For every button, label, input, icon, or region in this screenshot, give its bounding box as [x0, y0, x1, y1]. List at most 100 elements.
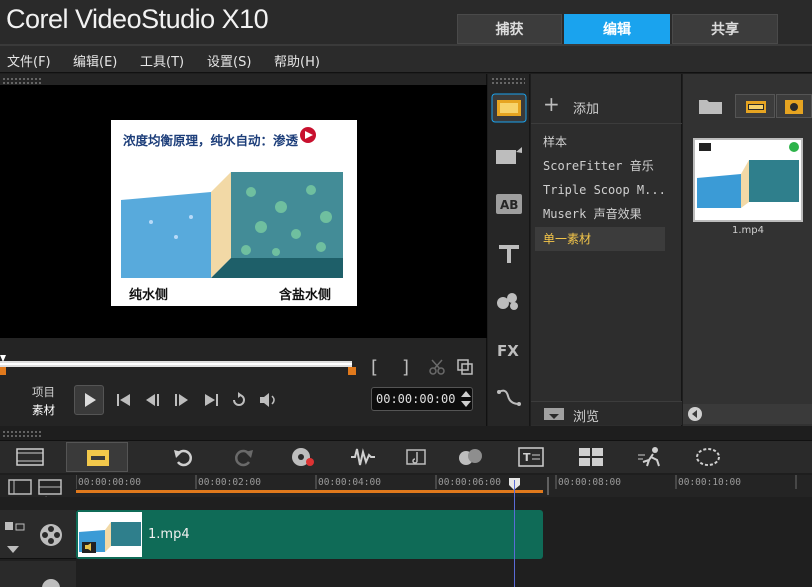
tab-edit[interactable]: 编辑	[564, 14, 670, 44]
track-manager-icon[interactable]	[8, 479, 34, 495]
go-to-end-icon[interactable]	[201, 391, 221, 409]
multi-camera-icon[interactable]	[578, 447, 604, 467]
svg-text:FX: FX	[497, 342, 519, 360]
ruler-label-8s: 00:00:08:00	[558, 477, 621, 488]
ruler-label-6s: 00:00:06:00	[438, 477, 501, 488]
timeline-view-icon	[87, 450, 109, 466]
menu-tools[interactable]: 工具(T)	[140, 51, 184, 70]
playhead-line[interactable]	[514, 480, 515, 587]
scissors-icon[interactable]	[428, 358, 446, 376]
mode-project[interactable]: 项目	[32, 383, 55, 401]
pure-water-label: 纯水侧	[129, 288, 169, 303]
title-bar: Corel VideoStudio X10 捕获 编辑 共享	[0, 0, 812, 46]
ruler-label-4s: 00:00:04:00	[318, 477, 381, 488]
graphic-icon[interactable]	[494, 290, 522, 312]
redo-icon[interactable]	[233, 446, 255, 468]
media-icon[interactable]	[491, 93, 527, 123]
video-track-header	[0, 510, 76, 559]
mode-clip[interactable]: 素材	[32, 401, 55, 419]
clip-thumbnail	[78, 512, 142, 557]
frame-title: 浓度均衡原理，纯水自动：渗透	[123, 133, 299, 148]
panel-grip[interactable]	[2, 77, 42, 84]
library-item-triple-scoop[interactable]: Triple Scoop M...	[543, 178, 679, 202]
thumbnail-name: 1.mp4	[732, 225, 764, 236]
osmosis-diagram	[121, 172, 343, 278]
tab-capture[interactable]: 捕获	[457, 14, 562, 44]
transition-icon[interactable]: AB	[495, 193, 523, 215]
play-badge-icon	[300, 127, 316, 143]
clip-thumbnail-image	[78, 512, 142, 557]
next-frame-icon[interactable]	[172, 391, 192, 409]
library-item-samples[interactable]: 样本	[543, 130, 679, 154]
svg-text:AB: AB	[500, 198, 518, 212]
menu-edit[interactable]: 编辑(E)	[73, 51, 117, 70]
library-thumbnail-area	[683, 74, 812, 426]
preview-frame: 浓度均衡原理，纯水自动：渗透 纯水侧 含盐水侧	[111, 120, 357, 306]
salt-water-label: 含盐水侧	[279, 288, 332, 303]
ripple-edit-icon[interactable]	[4, 520, 26, 534]
browse-button[interactable]: 浏览	[531, 401, 682, 425]
overlay-track-header	[0, 561, 76, 587]
folder-browse-icon	[544, 408, 564, 420]
go-to-start-icon[interactable]	[114, 391, 134, 409]
sound-mixer-icon[interactable]	[349, 446, 377, 468]
library-item-scorefitter[interactable]: ScoreFitter 音乐	[543, 154, 679, 178]
add-folder-row[interactable]: + 添加	[531, 88, 682, 124]
panel-grip[interactable]	[491, 77, 525, 84]
record-capture-icon[interactable]	[290, 446, 316, 468]
folder-icon[interactable]	[698, 96, 724, 116]
panel-grip[interactable]	[2, 430, 42, 437]
browse-label: 浏览	[573, 410, 600, 425]
menu-help[interactable]: 帮助(H)	[274, 51, 320, 70]
menu-settings[interactable]: 设置(S)	[207, 51, 251, 70]
media-thumbnail[interactable]	[693, 138, 803, 222]
scrub-bar[interactable]	[0, 345, 360, 377]
repeat-icon[interactable]	[230, 391, 250, 409]
motion-tracking-icon[interactable]	[456, 446, 486, 468]
show-photo-toggle[interactable]	[776, 94, 812, 118]
enlarge-preview-icon[interactable]	[456, 358, 474, 376]
path-icon[interactable]	[496, 386, 522, 410]
subtitle-editor-icon[interactable]: T	[518, 447, 544, 467]
overlay-track-icon[interactable]	[40, 577, 62, 587]
add-label: 添加	[573, 102, 600, 117]
timecode-stepper-icon[interactable]	[460, 389, 472, 409]
storyboard-view-icon[interactable]	[16, 447, 44, 467]
play-button[interactable]	[74, 385, 104, 415]
show-video-toggle[interactable]	[735, 94, 775, 118]
ruler-label-2s: 00:00:02:00	[198, 477, 261, 488]
timecode-field[interactable]: 00:00:00:00	[371, 387, 473, 411]
title-icon[interactable]	[497, 242, 521, 266]
horizontal-scrollbar[interactable]	[683, 404, 812, 424]
timeline-ruler[interactable]: 00:00:00:00 00:00:02:00 00:00:04:00 00:0…	[76, 475, 812, 497]
auto-music-icon[interactable]	[405, 446, 431, 468]
expand-track-icon[interactable]	[6, 544, 20, 554]
previous-frame-icon[interactable]	[143, 391, 163, 409]
chapter-icon[interactable]	[38, 479, 64, 495]
scroll-left-icon[interactable]	[687, 406, 703, 422]
mark-in-button[interactable]: [	[371, 357, 378, 378]
library-item-single-clip[interactable]: 单一素材	[535, 227, 665, 251]
app-title: Corel VideoStudio X10	[6, 4, 269, 34]
volume-icon[interactable]	[258, 391, 280, 409]
instant-project-icon[interactable]	[494, 144, 524, 168]
ruler-label-10s: 00:00:10:00	[678, 477, 741, 488]
play-mode-labels: 项目 素材	[32, 383, 55, 419]
undo-icon[interactable]	[172, 446, 194, 468]
mask-creator-icon[interactable]	[694, 446, 722, 468]
menu-file[interactable]: 文件(F)	[7, 51, 51, 70]
clip-name: 1.mp4	[148, 527, 190, 542]
plus-icon: +	[543, 92, 560, 116]
mark-out-button[interactable]: ]	[402, 357, 409, 378]
thumbnail-image	[695, 140, 801, 220]
library-item-muserk[interactable]: Muserk 声音效果	[543, 202, 679, 226]
play-icon	[85, 393, 96, 407]
filter-fx-icon[interactable]: FX	[496, 339, 522, 361]
tab-share[interactable]: 共享	[672, 14, 778, 44]
video-clip[interactable]	[76, 510, 543, 559]
video-track-icon[interactable]	[38, 522, 64, 548]
time-remapping-icon[interactable]	[637, 446, 665, 468]
timeline-view-button[interactable]	[66, 442, 128, 472]
svg-text:T: T	[523, 451, 531, 464]
ruler-label-0: 00:00:00:00	[78, 477, 141, 488]
